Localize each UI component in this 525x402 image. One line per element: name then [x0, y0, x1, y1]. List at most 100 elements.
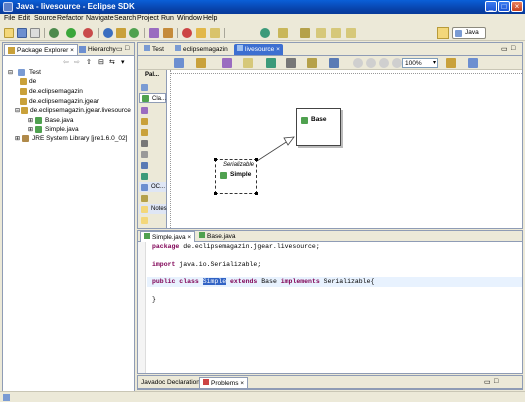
- up-nav-icon[interactable]: ⇧: [86, 58, 92, 66]
- new-package-icon[interactable]: [116, 28, 126, 38]
- save-icon[interactable]: [17, 28, 27, 38]
- close-window-button[interactable]: ×: [511, 1, 523, 12]
- maximize-editor-icon[interactable]: □: [511, 45, 515, 52]
- tab-problems[interactable]: Problems ×: [199, 377, 249, 388]
- selection-handle[interactable]: [255, 192, 258, 195]
- minimize-view-icon[interactable]: ▭: [116, 45, 123, 53]
- palette-item-notes[interactable]: Notes: [139, 204, 167, 214]
- tab-hierarchy[interactable]: Hierarchy: [76, 44, 119, 55]
- toggle-mark-icon[interactable]: [182, 28, 192, 38]
- export-icon[interactable]: [446, 58, 456, 68]
- tab-declaration[interactable]: Declaration: [164, 377, 203, 388]
- run-icon[interactable]: [66, 28, 76, 38]
- menu-file[interactable]: File: [4, 15, 15, 22]
- print-icon[interactable]: [30, 28, 40, 38]
- menu-refactor[interactable]: Refactor: [57, 15, 83, 22]
- selection-handle[interactable]: [214, 158, 217, 161]
- menu-edit[interactable]: Edit: [18, 15, 30, 22]
- editor-tab-livesource[interactable]: livesource ×: [234, 44, 283, 55]
- source-tab-base[interactable]: Base.java: [196, 231, 239, 242]
- palette-item-select[interactable]: [139, 82, 166, 92]
- zoom-select[interactable]: 100% ▾: [402, 58, 438, 68]
- code-line-import[interactable]: import java.io.Serializable;: [152, 261, 261, 268]
- forward-icon[interactable]: [331, 28, 341, 38]
- menu-source[interactable]: Source: [34, 15, 56, 22]
- properties-icon[interactable]: [468, 58, 478, 68]
- selection-handle[interactable]: [214, 192, 217, 195]
- maximize-view-icon[interactable]: □: [494, 378, 498, 385]
- last-edit-icon[interactable]: [300, 28, 310, 38]
- zoom-in-icon[interactable]: [353, 58, 363, 68]
- editor-tab-eclipsemagazin[interactable]: eclipsemagazin: [172, 44, 231, 55]
- tree-item-file[interactable]: ⊞ Simple.java: [28, 125, 79, 134]
- menu-run[interactable]: Run: [161, 15, 174, 22]
- class-node-base[interactable]: Base: [296, 108, 341, 146]
- class-node-simple[interactable]: Serializable Simple: [214, 158, 258, 195]
- palette-item-package[interactable]: [139, 127, 166, 137]
- view-menu-icon[interactable]: ▾: [121, 58, 125, 66]
- source-tab-simple[interactable]: Simple.java ×: [140, 231, 196, 242]
- tab-package-explorer[interactable]: Package Explorer ×: [4, 44, 78, 55]
- zoom-fit-icon[interactable]: [379, 58, 389, 68]
- minimize-editor-icon[interactable]: ▭: [501, 45, 508, 53]
- menu-search[interactable]: Search: [114, 15, 136, 22]
- back-nav-icon[interactable]: ⇦: [63, 58, 69, 66]
- new-icon[interactable]: [4, 28, 14, 38]
- palette-item-enum[interactable]: [139, 116, 166, 126]
- code-line-class[interactable]: public class Simple extends Base impleme…: [152, 278, 374, 285]
- diagram-canvas[interactable]: Base Serializable Simple: [171, 74, 522, 228]
- palette-item-object[interactable]: [139, 193, 166, 203]
- open-type-icon[interactable]: [149, 28, 159, 38]
- palette-item-association[interactable]: [139, 138, 166, 148]
- palette-item-realization[interactable]: [139, 171, 166, 181]
- editor-tab-test[interactable]: Test: [141, 44, 167, 55]
- debug-icon[interactable]: [49, 28, 59, 38]
- zoom-page-icon[interactable]: [392, 58, 402, 68]
- menu-navigate[interactable]: Navigate: [86, 15, 114, 22]
- palette-item-generalization[interactable]: [139, 160, 166, 170]
- fast-view-icon[interactable]: [3, 394, 10, 401]
- palette-item-oc[interactable]: OC...: [139, 182, 166, 192]
- link-editor-icon[interactable]: ⇆: [109, 58, 115, 66]
- back-icon[interactable]: [316, 28, 326, 38]
- perspective-switcher[interactable]: Java: [452, 27, 486, 39]
- route-icon[interactable]: [266, 58, 276, 68]
- maximize-view-icon[interactable]: □: [125, 45, 129, 52]
- open-perspective-icon[interactable]: [437, 27, 449, 39]
- search-icon[interactable]: [163, 28, 173, 38]
- code-line-package[interactable]: package de.eclipsemagazin.jgear.livesour…: [152, 243, 320, 250]
- external-tools-icon[interactable]: [83, 28, 93, 38]
- format-icon[interactable]: [329, 58, 339, 68]
- select-all-icon[interactable]: [174, 58, 184, 68]
- collapse-all-icon[interactable]: ⊟: [98, 58, 104, 66]
- align-icon[interactable]: [222, 58, 232, 68]
- palette-item-interface[interactable]: [139, 105, 166, 115]
- tree-item-project[interactable]: ⊟ Test: [8, 68, 41, 77]
- style-icon[interactable]: [307, 58, 317, 68]
- prev-annotation-icon[interactable]: [278, 28, 288, 38]
- layout-icon[interactable]: [196, 58, 206, 68]
- menu-window[interactable]: Window: [177, 15, 202, 22]
- selection-handle[interactable]: [255, 158, 258, 161]
- tree-item-file[interactable]: ⊞ Base.java: [28, 116, 74, 125]
- palette-item-dependency[interactable]: [139, 149, 166, 159]
- new-java-project-icon[interactable]: [103, 28, 113, 38]
- restore-view-icon[interactable]: ▭: [484, 378, 491, 386]
- history-icon[interactable]: [346, 28, 356, 38]
- zoom-out-icon[interactable]: [366, 58, 376, 68]
- tree-item-package-expanded[interactable]: ⊟ de.eclipsemagazin.jgear.livesource: [15, 106, 131, 115]
- next-annotation-icon[interactable]: [260, 28, 270, 38]
- code-line-close[interactable]: }: [152, 296, 156, 303]
- menu-project[interactable]: Project: [137, 15, 159, 22]
- palette-item-note[interactable]: [139, 215, 166, 225]
- palette-item-class[interactable]: Cla...: [139, 93, 166, 103]
- tree-item-library[interactable]: ⊞ JRE System Library [jre1.6.0_02]: [15, 134, 127, 143]
- minimize-button[interactable]: _: [485, 1, 497, 12]
- menu-help[interactable]: Help: [203, 15, 217, 22]
- edit-icon[interactable]: [210, 28, 220, 38]
- new-class-icon[interactable]: [129, 28, 139, 38]
- arrange-icon[interactable]: [243, 58, 253, 68]
- maximize-button[interactable]: □: [498, 1, 510, 12]
- annotation-icon[interactable]: [196, 28, 206, 38]
- connector-icon[interactable]: [286, 58, 296, 68]
